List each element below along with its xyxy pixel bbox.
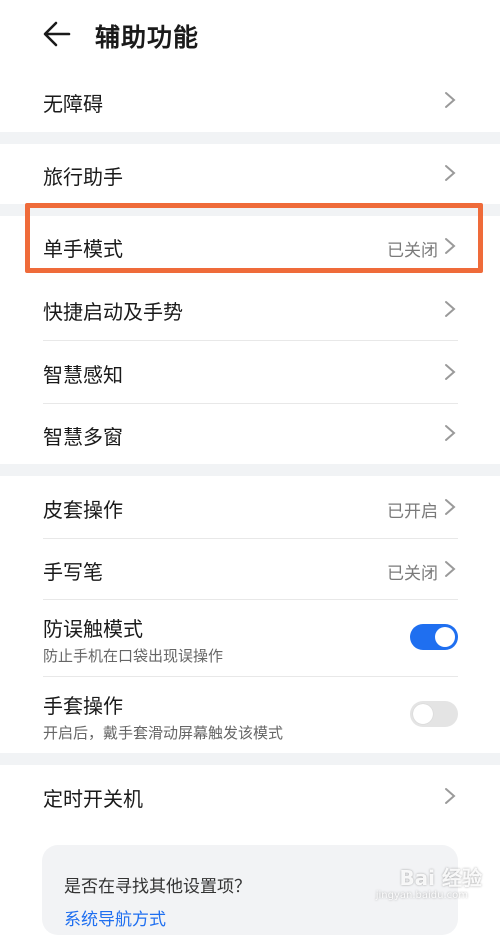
highlight-box	[25, 203, 483, 273]
accidental-touch-toggle[interactable]	[410, 624, 458, 650]
item-label: 防误触模式	[43, 617, 143, 641]
watermark-url: jingyan.baidu.com	[375, 890, 468, 901]
chevron-right-icon	[445, 301, 456, 317]
item-label: 手套操作	[43, 694, 123, 718]
item-label: 快捷启动及手势	[43, 300, 183, 324]
chevron-right-icon	[445, 165, 456, 181]
app-header: 辅助功能	[0, 0, 500, 66]
settings-item-scheduled-power[interactable]: 定时开关机	[0, 765, 500, 827]
toggle-knob	[413, 704, 433, 724]
section-divider	[0, 753, 500, 765]
section-divider	[0, 132, 500, 144]
item-subtitle: 开启后，戴手套滑动屏幕触发该模式	[43, 724, 284, 742]
arrow-left-icon[interactable]	[42, 19, 72, 49]
chevron-right-icon	[445, 788, 456, 804]
section-divider	[0, 464, 500, 476]
item-status: 已关闭	[387, 564, 438, 584]
toggle-knob	[435, 627, 455, 647]
item-label: 手写笔	[43, 560, 103, 584]
item-label: 无障碍	[43, 92, 103, 116]
page-title: 辅助功能	[95, 23, 200, 52]
settings-item-travel-assistant[interactable]: 旅行助手	[0, 144, 500, 204]
item-label: 皮套操作	[43, 498, 123, 522]
suggestion-question: 是否在寻找其他设置项？	[64, 877, 251, 897]
item-subtitle: 防止手机在口袋出现误操作	[43, 647, 224, 665]
suggestion-link-system-navigation[interactable]: 系统导航方式	[64, 905, 166, 930]
chevron-right-icon	[445, 92, 456, 108]
settings-item-accessibility[interactable]: 无障碍	[0, 66, 500, 132]
chevron-right-icon	[445, 499, 456, 515]
glove-operation-toggle[interactable]	[410, 701, 458, 727]
item-label: 旅行助手	[43, 165, 123, 189]
watermark-logo: Bai 经验	[399, 866, 482, 890]
settings-item-smart-sensing[interactable]: 智慧感知	[0, 341, 500, 403]
settings-item-quick-launch-gestures[interactable]: 快捷启动及手势	[0, 278, 500, 340]
item-label: 定时开关机	[43, 787, 143, 811]
chevron-right-icon	[445, 364, 456, 380]
settings-item-glove-operation[interactable]: 手套操作 开启后，戴手套滑动屏幕触发该模式	[0, 677, 500, 753]
item-label: 智慧多窗	[43, 425, 123, 449]
settings-item-smart-multi-window[interactable]: 智慧多窗	[0, 404, 500, 464]
settings-item-accidental-touch-mode[interactable]: 防误触模式 防止手机在口袋出现误操作	[0, 600, 500, 676]
item-status: 已开启	[387, 502, 438, 522]
item-label: 智慧感知	[43, 363, 123, 387]
settings-item-cover-operation[interactable]: 皮套操作 已开启	[0, 476, 500, 538]
chevron-right-icon	[445, 561, 456, 577]
settings-item-stylus[interactable]: 手写笔 已关闭	[0, 539, 500, 599]
chevron-right-icon	[445, 425, 456, 441]
